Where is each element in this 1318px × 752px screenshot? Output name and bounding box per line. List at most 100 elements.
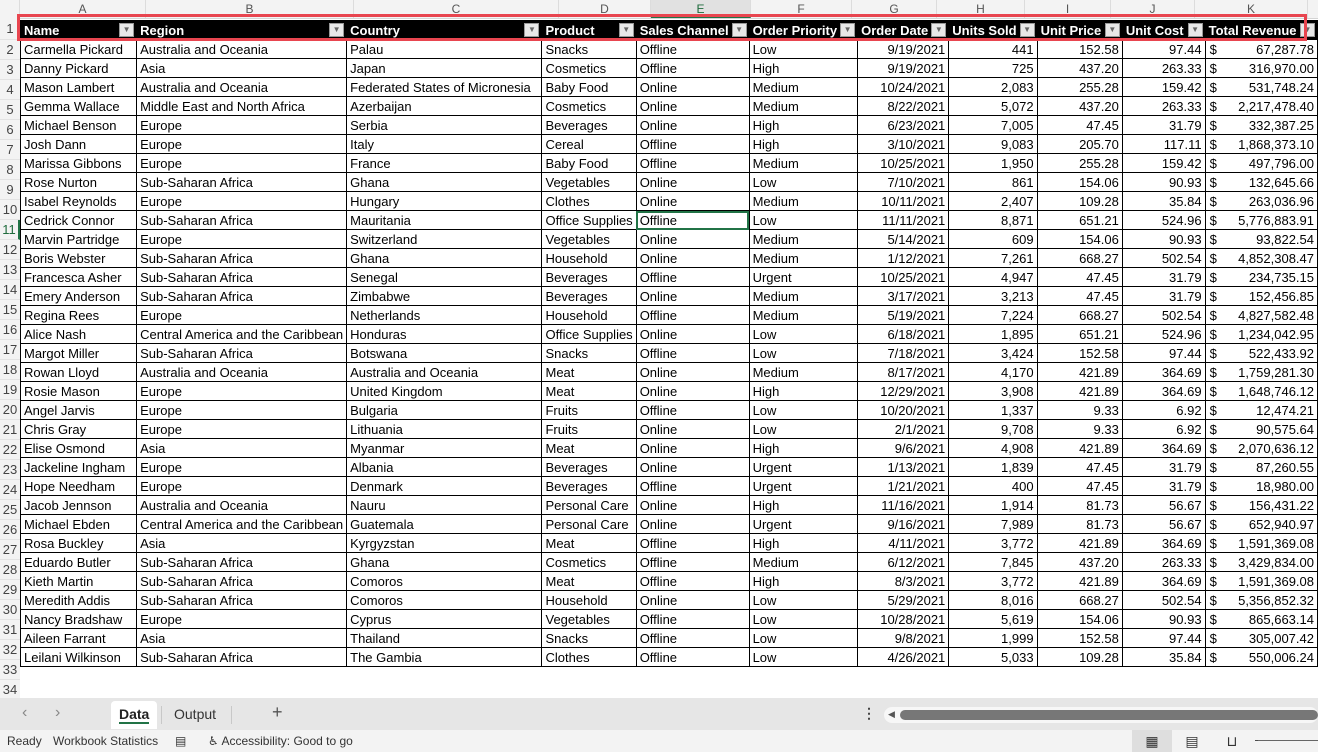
cell-priority[interactable]: Low <box>748 419 859 439</box>
workbook-statistics-button[interactable]: Workbook Statistics <box>53 734 158 748</box>
cell-name[interactable]: Meredith Addis <box>19 590 138 610</box>
cell-revenue[interactable]: $652,940.97 <box>1204 514 1318 534</box>
cell-channel[interactable]: Offline <box>635 533 750 553</box>
cell-country[interactable]: Albania <box>346 457 543 477</box>
column-header-a[interactable]: A <box>20 0 146 18</box>
more-options-icon[interactable]: ⋮ <box>862 705 876 722</box>
cell-cost[interactable]: 502.54 <box>1121 305 1206 325</box>
cell-region[interactable]: Middle East and North Africa <box>136 96 348 116</box>
cell-date[interactable]: 10/24/2021 <box>857 77 950 97</box>
cell-units[interactable]: 4,947 <box>948 267 1038 287</box>
cell-units[interactable]: 1,914 <box>948 495 1038 515</box>
cell-channel[interactable]: Offline <box>635 153 750 173</box>
row-header[interactable]: 22 <box>0 440 20 460</box>
cell-name[interactable]: Michael Ebden <box>19 514 138 534</box>
cell-cost[interactable]: 364.69 <box>1121 362 1206 382</box>
cell-priority[interactable]: Medium <box>748 191 859 211</box>
cell-priority[interactable]: High <box>748 134 859 154</box>
cell-priority[interactable]: Urgent <box>748 267 859 287</box>
cell-country[interactable]: Lithuania <box>346 419 543 439</box>
cell-country[interactable]: Hungary <box>346 191 543 211</box>
cell-priority[interactable]: High <box>748 495 859 515</box>
cell-revenue[interactable]: $2,217,478.40 <box>1204 96 1318 116</box>
row-header[interactable]: 5 <box>0 100 20 120</box>
cell-country[interactable]: Bulgaria <box>346 400 543 420</box>
cell-price[interactable]: 651.21 <box>1036 210 1123 230</box>
cell-region[interactable]: Australia and Oceania <box>136 77 348 97</box>
normal-view-button[interactable]: ▦ <box>1132 730 1172 752</box>
cell-date[interactable]: 6/12/2021 <box>857 552 950 572</box>
row-header[interactable]: 2 <box>0 40 20 60</box>
cell-revenue[interactable]: $87,260.55 <box>1204 457 1318 477</box>
cell-name[interactable]: Aileen Farrant <box>19 628 138 648</box>
cell-product[interactable]: Fruits <box>541 419 637 439</box>
row-header[interactable]: 15 <box>0 300 20 320</box>
cell-product[interactable]: Household <box>541 248 637 268</box>
cell-channel[interactable]: Offline <box>635 305 750 325</box>
cell-revenue[interactable]: $93,822.54 <box>1204 229 1318 249</box>
cell-date[interactable]: 5/29/2021 <box>857 590 950 610</box>
cell-cost[interactable]: 31.79 <box>1121 457 1206 477</box>
cell-cost[interactable]: 31.79 <box>1121 267 1206 287</box>
accessibility-status[interactable]: ♿︎ Accessibility: Good to go <box>208 734 353 748</box>
row-header[interactable]: 10 <box>0 200 20 220</box>
filter-dropdown-icon[interactable]: ▼ <box>119 23 135 37</box>
cell-date[interactable]: 4/11/2021 <box>857 533 950 553</box>
cell-revenue[interactable]: $1,759,281.30 <box>1204 362 1318 382</box>
cell-priority[interactable]: Medium <box>748 153 859 173</box>
cell-channel[interactable]: Online <box>635 286 750 306</box>
cell-name[interactable]: Alice Nash <box>19 324 138 344</box>
cell-product[interactable]: Beverages <box>541 457 637 477</box>
cell-priority[interactable]: High <box>748 438 859 458</box>
header-cell[interactable]: Total Revenue ▼ <box>1204 20 1318 40</box>
cell-region[interactable]: Europe <box>136 476 348 496</box>
cell-date[interactable]: 11/11/2021 <box>857 210 950 230</box>
cell-region[interactable]: Australia and Oceania <box>136 362 348 382</box>
cell-region[interactable]: Sub-Saharan Africa <box>136 647 348 667</box>
column-header-j[interactable]: J <box>1111 0 1195 18</box>
cell-channel[interactable]: Online <box>635 324 750 344</box>
cell-name[interactable]: Marissa Gibbons <box>19 153 138 173</box>
cell-revenue[interactable]: $1,591,369.08 <box>1204 571 1318 591</box>
cell-units[interactable]: 2,407 <box>948 191 1038 211</box>
cell-price[interactable]: 109.28 <box>1036 191 1123 211</box>
cell-cost[interactable]: 6.92 <box>1121 400 1206 420</box>
cell-priority[interactable]: Medium <box>748 305 859 325</box>
cell-product[interactable]: Meat <box>541 571 637 591</box>
cell-name[interactable]: Francesca Asher <box>19 267 138 287</box>
row-header[interactable]: 29 <box>0 580 20 600</box>
column-header-i[interactable]: I <box>1025 0 1111 18</box>
cell-revenue[interactable]: $132,645.66 <box>1204 172 1318 192</box>
header-cell[interactable]: Units Sold ▼ <box>948 20 1038 40</box>
header-cell[interactable]: Order Date ▼ <box>857 20 950 40</box>
cell-product[interactable]: Clothes <box>541 647 637 667</box>
cell-price[interactable]: 421.89 <box>1036 381 1123 401</box>
cell-country[interactable]: Guatemala <box>346 514 543 534</box>
next-sheet-button[interactable]: › <box>55 704 60 722</box>
macro-recording-icon[interactable]: ▤ <box>175 734 186 748</box>
cell-channel[interactable]: Online <box>635 77 750 97</box>
filter-dropdown-icon[interactable]: ▼ <box>329 23 345 37</box>
cell-cost[interactable]: 97.44 <box>1121 343 1206 363</box>
cell-revenue[interactable]: $12,474.21 <box>1204 400 1318 420</box>
cell-channel[interactable]: Offline <box>635 609 750 629</box>
cell-units[interactable]: 5,619 <box>948 609 1038 629</box>
cell-product[interactable]: Cosmetics <box>541 96 637 116</box>
cell-country[interactable]: Switzerland <box>346 229 543 249</box>
row-header[interactable]: 17 <box>0 340 20 360</box>
cell-price[interactable]: 421.89 <box>1036 533 1123 553</box>
cell-priority[interactable]: Low <box>748 400 859 420</box>
cell-channel[interactable]: Offline <box>635 400 750 420</box>
cell-product[interactable]: Household <box>541 305 637 325</box>
cell-country[interactable]: Nauru <box>346 495 543 515</box>
cell-revenue[interactable]: $865,663.14 <box>1204 609 1318 629</box>
cell-units[interactable]: 4,908 <box>948 438 1038 458</box>
cell-priority[interactable]: Urgent <box>748 457 859 477</box>
cell-country[interactable]: Ghana <box>346 248 543 268</box>
row-header[interactable]: 12 <box>0 240 20 260</box>
cell-date[interactable]: 9/16/2021 <box>857 514 950 534</box>
cell-price[interactable]: 47.45 <box>1036 286 1123 306</box>
cell-region[interactable]: Europe <box>136 457 348 477</box>
cell-country[interactable]: Azerbaijan <box>346 96 543 116</box>
cell-country[interactable]: Ghana <box>346 172 543 192</box>
